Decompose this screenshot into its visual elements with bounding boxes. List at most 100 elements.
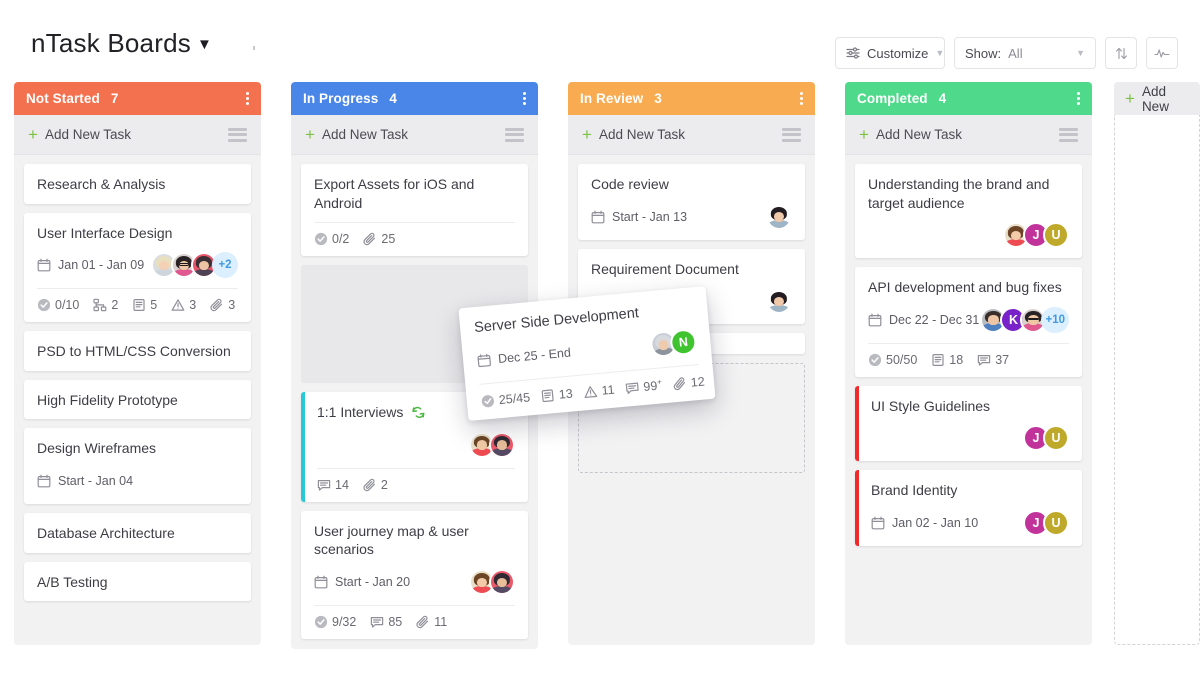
document-icon <box>132 298 146 312</box>
show-filter-select[interactable]: Show: All ▼ <box>954 37 1096 69</box>
task-card-title: A/B Testing <box>37 573 108 590</box>
plus-icon: + <box>582 125 592 144</box>
chevron-down-icon[interactable]: ▼ <box>935 48 944 58</box>
add-new-task-row[interactable]: + Add New Task <box>14 115 261 155</box>
task-card[interactable]: API development and bug fixes Dec 22 - D… <box>855 267 1082 377</box>
check-circle-icon <box>480 393 495 408</box>
add-column[interactable]: + Add New <box>1114 82 1200 680</box>
column-header-in-review[interactable]: In Review 3 <box>568 82 815 115</box>
task-card[interactable]: Understanding the brand and target audie… <box>855 164 1082 259</box>
customize-button[interactable]: Customize ▼ <box>835 37 945 69</box>
column-menu-icon[interactable] <box>1077 92 1080 105</box>
column-menu-icon[interactable] <box>523 92 526 105</box>
activity-button[interactable] <box>1146 37 1178 69</box>
comment-icon <box>977 353 991 367</box>
card-date: Start - Jan 20 <box>314 575 410 589</box>
add-new-task-row[interactable]: + Add New Task <box>568 115 815 155</box>
task-card[interactable]: Code review Start - Jan 13 <box>578 164 805 240</box>
task-card[interactable]: PSD to HTML/CSS Conversion <box>24 331 251 371</box>
avatar[interactable] <box>766 288 792 315</box>
calendar-icon <box>871 516 885 530</box>
task-card-title: Research & Analysis <box>37 176 166 192</box>
paperclip-icon <box>672 376 687 391</box>
meta-comment: 37 <box>977 353 1009 367</box>
column-count: 7 <box>110 91 119 106</box>
task-card[interactable]: A/B Testing <box>24 561 251 602</box>
meta-paperclip: 25 <box>363 232 395 246</box>
list-view-icon[interactable] <box>228 127 247 142</box>
task-card[interactable]: UI Style Guidelines JU <box>855 385 1082 462</box>
meta-warning-triangle: 11 <box>583 382 615 399</box>
task-card-title: Requirement Document <box>591 260 739 277</box>
card-date-text: Start - Jan 04 <box>58 474 134 489</box>
column-name: In Review <box>580 91 644 106</box>
task-card[interactable]: Database Architecture <box>24 513 251 553</box>
task-card[interactable]: Brand Identity Jan 02 - Jan 10 JU <box>855 470 1082 547</box>
meta-value: 50/50 <box>886 352 918 367</box>
list-view-icon[interactable] <box>1059 127 1078 142</box>
meta-document: 18 <box>931 353 963 367</box>
paperclip-icon <box>210 298 224 312</box>
avatar-overflow-count[interactable]: +2 <box>212 252 238 279</box>
sort-arrows-icon <box>1114 46 1129 61</box>
add-column-dropzone[interactable] <box>1114 115 1200 645</box>
add-new-task-label: Add New Task <box>321 127 408 142</box>
avatar[interactable]: U <box>1043 510 1069 537</box>
task-card-title: User Interface Design <box>37 224 173 241</box>
meta-value: 9/32 <box>332 615 357 630</box>
chevron-down-icon[interactable]: ▼ <box>197 36 212 53</box>
avatar[interactable] <box>489 569 515 596</box>
column-name: Completed <box>857 91 928 106</box>
paperclip-icon <box>416 615 430 629</box>
list-view-icon[interactable] <box>782 127 801 142</box>
card-subrow: Jan 01 - Jan 09 +2 <box>37 252 238 279</box>
card-subrow: JU <box>868 222 1069 249</box>
task-card[interactable]: High Fidelity Prototype <box>24 379 251 420</box>
avatar[interactable] <box>766 203 792 230</box>
column-header-completed[interactable]: Completed 4 <box>845 82 1092 115</box>
card-meta: 14 2 <box>317 469 515 492</box>
avatar-stack <box>469 431 515 458</box>
dragged-task-card[interactable]: Server Side Development Dec 25 - End N 2… <box>458 285 716 422</box>
sort-button[interactable] <box>1105 37 1137 69</box>
card-date: Start - Jan 13 <box>591 210 687 224</box>
page-title[interactable]: nTask Boards ▼ <box>31 28 212 59</box>
calendar-icon <box>477 353 492 368</box>
column-menu-icon[interactable] <box>800 92 803 105</box>
task-card[interactable]: User journey map & user scenarios Start … <box>301 510 528 640</box>
task-card[interactable]: Design Wireframes Start - Jan 04 <box>24 428 251 505</box>
calendar-icon <box>868 313 882 327</box>
column-header-not-started[interactable]: Not Started 7 <box>14 82 261 115</box>
task-card[interactable]: Research & Analysis <box>24 164 251 204</box>
meta-value: 18 <box>949 352 964 367</box>
add-new-task-row[interactable]: + Add New Task <box>291 115 538 155</box>
task-card[interactable]: User Interface Design Jan 01 - Jan 09 +2 <box>24 212 251 323</box>
card-meta: 50/50 18 37 <box>868 344 1069 367</box>
meta-value: 14 <box>335 477 349 492</box>
board-toolbar: Customize ▼ Show: All ▼ <box>835 37 1178 69</box>
board-title-text: nTask Boards <box>31 28 191 58</box>
calendar-icon <box>314 575 328 589</box>
task-card[interactable]: Export Assets for iOS and Android 0/2 25 <box>301 164 528 257</box>
list-view-icon[interactable] <box>505 127 524 142</box>
column-header-in-progress[interactable]: In Progress 4 <box>291 82 538 115</box>
add-column-header[interactable]: + Add New <box>1114 82 1200 115</box>
check-circle-icon <box>314 615 328 629</box>
card-date-text: Start - Jan 13 <box>612 209 688 224</box>
column-menu-icon[interactable] <box>246 92 249 105</box>
avatar[interactable]: U <box>1043 425 1069 452</box>
card-subrow: Start - Jan 13 <box>591 203 792 230</box>
avatar-overflow-count[interactable]: +10 <box>1041 306 1069 333</box>
add-new-task-row[interactable]: + Add New Task <box>845 115 1092 155</box>
meta-paperclip: 3 <box>210 298 235 312</box>
meta-comment: 85 <box>370 615 402 629</box>
card-date-text: Dec 22 - Dec 31 <box>889 312 980 327</box>
chevron-down-icon[interactable]: ▼ <box>1076 48 1085 58</box>
meta-value: 25/45 <box>498 390 531 407</box>
meta-value: 3 <box>189 298 197 313</box>
avatar[interactable] <box>489 431 515 458</box>
card-subrow: JU <box>871 425 1069 452</box>
avatar[interactable]: U <box>1043 222 1069 249</box>
meta-paperclip: 2 <box>363 478 388 492</box>
column-count: 3 <box>654 91 662 106</box>
